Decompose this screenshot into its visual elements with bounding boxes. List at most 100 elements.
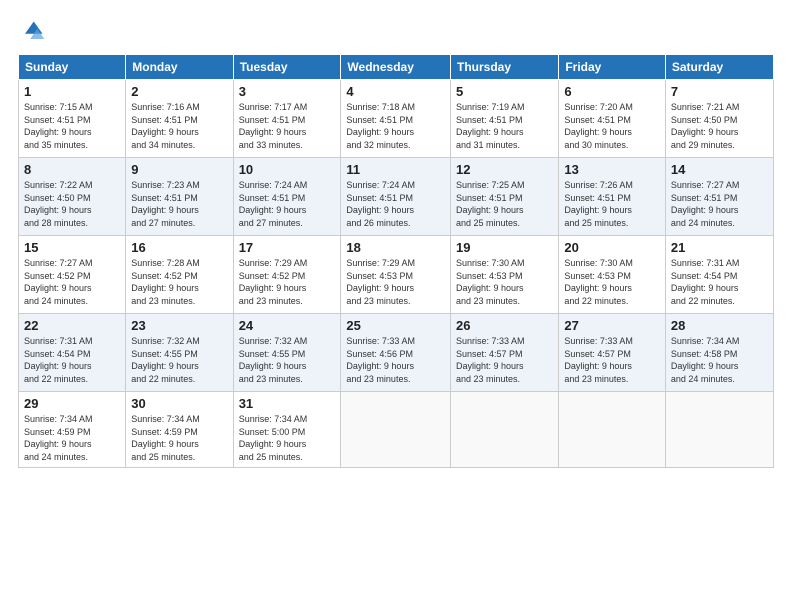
- day-number: 16: [131, 240, 227, 255]
- day-info: Sunrise: 7:22 AM Sunset: 4:50 PM Dayligh…: [24, 180, 93, 228]
- day-number: 15: [24, 240, 120, 255]
- day-number: 25: [346, 318, 445, 333]
- calendar-cell: 21 Sunrise: 7:31 AM Sunset: 4:54 PM Dayli…: [665, 236, 773, 314]
- day-number: 12: [456, 162, 553, 177]
- calendar-week-1: 1 Sunrise: 7:15 AM Sunset: 4:51 PM Daylig…: [19, 80, 774, 158]
- weekday-header: SundayMondayTuesdayWednesdayThursdayFrid…: [19, 55, 774, 80]
- calendar-cell: 10 Sunrise: 7:24 AM Sunset: 4:51 PM Dayli…: [233, 158, 341, 236]
- calendar-cell: 9Sunrise: 7:23 AM Sunset: 4:51 PM Daylig…: [126, 158, 233, 236]
- day-info: Sunrise: 7:28 AM Sunset: 4:52 PM Dayligh…: [131, 258, 200, 306]
- day-info: Sunrise: 7:30 AM Sunset: 4:53 PM Dayligh…: [456, 258, 525, 306]
- day-number: 27: [564, 318, 660, 333]
- day-number: 9: [131, 162, 227, 177]
- day-number: 8: [24, 162, 120, 177]
- weekday-wednesday: Wednesday: [341, 55, 451, 80]
- day-number: 1: [24, 84, 120, 99]
- day-number: 4: [346, 84, 445, 99]
- calendar-cell: 25 Sunrise: 7:33 AM Sunset: 4:56 PM Dayli…: [341, 314, 451, 392]
- day-number: 21: [671, 240, 768, 255]
- calendar-week-2: 8 Sunrise: 7:22 AM Sunset: 4:50 PM Daylig…: [19, 158, 774, 236]
- day-info: Sunrise: 7:15 AM Sunset: 4:51 PM Dayligh…: [24, 102, 93, 150]
- day-number: 29: [24, 396, 120, 411]
- calendar-cell: 27 Sunrise: 7:33 AM Sunset: 4:57 PM Dayli…: [559, 314, 666, 392]
- calendar-week-4: 22Sunrise: 7:31 AM Sunset: 4:54 PM Dayli…: [19, 314, 774, 392]
- day-info: Sunrise: 7:27 AM Sunset: 4:52 PM Dayligh…: [24, 258, 93, 306]
- day-info: Sunrise: 7:30 AM Sunset: 4:53 PM Dayligh…: [564, 258, 633, 306]
- calendar-cell: 16 Sunrise: 7:28 AM Sunset: 4:52 PM Dayli…: [126, 236, 233, 314]
- day-info: Sunrise: 7:33 AM Sunset: 4:56 PM Dayligh…: [346, 336, 415, 384]
- weekday-monday: Monday: [126, 55, 233, 80]
- day-info: Sunrise: 7:32 AM Sunset: 4:55 PM Dayligh…: [131, 336, 200, 384]
- weekday-thursday: Thursday: [451, 55, 559, 80]
- day-info: Sunrise: 7:24 AM Sunset: 4:51 PM Dayligh…: [239, 180, 308, 228]
- day-info: Sunrise: 7:34 AM Sunset: 4:59 PM Dayligh…: [24, 414, 93, 462]
- calendar-cell: 30 Sunrise: 7:34 AM Sunset: 4:59 PM Dayli…: [126, 392, 233, 468]
- day-number: 31: [239, 396, 336, 411]
- day-info: Sunrise: 7:34 AM Sunset: 5:00 PM Dayligh…: [239, 414, 308, 462]
- calendar-cell: 29 Sunrise: 7:34 AM Sunset: 4:59 PM Dayli…: [19, 392, 126, 468]
- calendar-cell: 7Sunrise: 7:21 AM Sunset: 4:50 PM Daylig…: [665, 80, 773, 158]
- day-number: 19: [456, 240, 553, 255]
- calendar-week-3: 15 Sunrise: 7:27 AM Sunset: 4:52 PM Dayli…: [19, 236, 774, 314]
- calendar-cell: 11 Sunrise: 7:24 AM Sunset: 4:51 PM Dayli…: [341, 158, 451, 236]
- calendar-cell: 26 Sunrise: 7:33 AM Sunset: 4:57 PM Dayli…: [451, 314, 559, 392]
- day-number: 24: [239, 318, 336, 333]
- weekday-friday: Friday: [559, 55, 666, 80]
- weekday-sunday: Sunday: [19, 55, 126, 80]
- calendar-cell: 14 Sunrise: 7:27 AM Sunset: 4:51 PM Dayli…: [665, 158, 773, 236]
- day-info: Sunrise: 7:27 AM Sunset: 4:51 PM Dayligh…: [671, 180, 740, 228]
- calendar-cell: 31 Sunrise: 7:34 AM Sunset: 5:00 PM Dayli…: [233, 392, 341, 468]
- day-info: Sunrise: 7:31 AM Sunset: 4:54 PM Dayligh…: [671, 258, 740, 306]
- calendar-cell: 4Sunrise: 7:18 AM Sunset: 4:51 PM Daylig…: [341, 80, 451, 158]
- calendar-cell: 8 Sunrise: 7:22 AM Sunset: 4:50 PM Daylig…: [19, 158, 126, 236]
- day-info: Sunrise: 7:17 AM Sunset: 4:51 PM Dayligh…: [239, 102, 308, 150]
- day-info: Sunrise: 7:21 AM Sunset: 4:50 PM Dayligh…: [671, 102, 740, 150]
- day-number: 14: [671, 162, 768, 177]
- calendar-cell: 1 Sunrise: 7:15 AM Sunset: 4:51 PM Daylig…: [19, 80, 126, 158]
- day-info: Sunrise: 7:19 AM Sunset: 4:51 PM Dayligh…: [456, 102, 525, 150]
- calendar-cell: 23 Sunrise: 7:32 AM Sunset: 4:55 PM Dayli…: [126, 314, 233, 392]
- weekday-tuesday: Tuesday: [233, 55, 341, 80]
- day-number: 17: [239, 240, 336, 255]
- day-number: 6: [564, 84, 660, 99]
- calendar-cell: [451, 392, 559, 468]
- day-info: Sunrise: 7:34 AM Sunset: 4:59 PM Dayligh…: [131, 414, 200, 462]
- day-number: 5: [456, 84, 553, 99]
- day-info: Sunrise: 7:24 AM Sunset: 4:51 PM Dayligh…: [346, 180, 415, 228]
- day-number: 3: [239, 84, 336, 99]
- calendar-cell: 2Sunrise: 7:16 AM Sunset: 4:51 PM Daylig…: [126, 80, 233, 158]
- calendar: SundayMondayTuesdayWednesdayThursdayFrid…: [18, 54, 774, 468]
- calendar-cell: [341, 392, 451, 468]
- calendar-cell: 19 Sunrise: 7:30 AM Sunset: 4:53 PM Dayli…: [451, 236, 559, 314]
- day-info: Sunrise: 7:29 AM Sunset: 4:52 PM Dayligh…: [239, 258, 308, 306]
- calendar-cell: 22Sunrise: 7:31 AM Sunset: 4:54 PM Dayli…: [19, 314, 126, 392]
- day-info: Sunrise: 7:29 AM Sunset: 4:53 PM Dayligh…: [346, 258, 415, 306]
- calendar-week-5: 29 Sunrise: 7:34 AM Sunset: 4:59 PM Dayli…: [19, 392, 774, 468]
- day-number: 28: [671, 318, 768, 333]
- calendar-body: 1 Sunrise: 7:15 AM Sunset: 4:51 PM Daylig…: [19, 80, 774, 468]
- calendar-cell: [665, 392, 773, 468]
- day-number: 26: [456, 318, 553, 333]
- day-number: 10: [239, 162, 336, 177]
- calendar-cell: 18Sunrise: 7:29 AM Sunset: 4:53 PM Dayli…: [341, 236, 451, 314]
- day-info: Sunrise: 7:33 AM Sunset: 4:57 PM Dayligh…: [456, 336, 525, 384]
- day-info: Sunrise: 7:34 AM Sunset: 4:58 PM Dayligh…: [671, 336, 740, 384]
- calendar-cell: 15 Sunrise: 7:27 AM Sunset: 4:52 PM Dayli…: [19, 236, 126, 314]
- day-info: Sunrise: 7:20 AM Sunset: 4:51 PM Dayligh…: [564, 102, 633, 150]
- day-info: Sunrise: 7:25 AM Sunset: 4:51 PM Dayligh…: [456, 180, 525, 228]
- calendar-cell: 6 Sunrise: 7:20 AM Sunset: 4:51 PM Daylig…: [559, 80, 666, 158]
- logo-icon: [18, 18, 46, 46]
- header: [18, 18, 774, 46]
- day-number: 30: [131, 396, 227, 411]
- calendar-cell: 17 Sunrise: 7:29 AM Sunset: 4:52 PM Dayli…: [233, 236, 341, 314]
- calendar-cell: 28 Sunrise: 7:34 AM Sunset: 4:58 PM Dayli…: [665, 314, 773, 392]
- calendar-cell: 13Sunrise: 7:26 AM Sunset: 4:51 PM Dayli…: [559, 158, 666, 236]
- calendar-cell: [559, 392, 666, 468]
- calendar-cell: 5 Sunrise: 7:19 AM Sunset: 4:51 PM Daylig…: [451, 80, 559, 158]
- day-info: Sunrise: 7:26 AM Sunset: 4:51 PM Dayligh…: [564, 180, 633, 228]
- day-number: 11: [346, 162, 445, 177]
- day-info: Sunrise: 7:33 AM Sunset: 4:57 PM Dayligh…: [564, 336, 633, 384]
- page: SundayMondayTuesdayWednesdayThursdayFrid…: [0, 0, 792, 612]
- day-number: 23: [131, 318, 227, 333]
- day-info: Sunrise: 7:32 AM Sunset: 4:55 PM Dayligh…: [239, 336, 308, 384]
